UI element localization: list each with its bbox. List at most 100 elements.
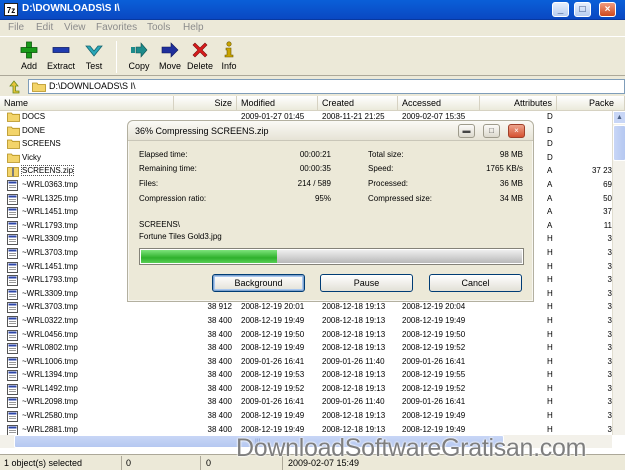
processed-label: Processed:	[368, 179, 409, 188]
file-name: ~WRL0456.tmp	[22, 329, 78, 339]
extract-button[interactable]: Extract	[44, 39, 78, 75]
cell-attributes: H	[547, 329, 553, 339]
dialog-maximize-button[interactable]: □	[483, 124, 500, 138]
move-button[interactable]: Move	[153, 39, 187, 75]
col-accessed[interactable]: Accessed	[398, 96, 480, 111]
total-size-label: Total size:	[368, 150, 404, 159]
file-name: ~WRL3309.tmp	[22, 288, 78, 298]
file-name: ~WRL3309.tmp	[22, 234, 78, 244]
file-name: ~WRL1492.tmp	[22, 383, 78, 393]
col-packed[interactable]: Packe	[557, 96, 625, 111]
toolbar: Add Extract Test Copy Move Delete Info	[0, 36, 625, 76]
cell-attributes: H	[547, 234, 553, 244]
col-modified[interactable]: Modified	[237, 96, 318, 111]
menu-edit[interactable]: Edit	[36, 22, 53, 33]
cell-modified: 2008-12-19 19:52	[241, 383, 305, 393]
compressed-size-value: 34 MB	[499, 194, 523, 203]
file-name: ~WRL2580.tmp	[22, 411, 78, 421]
tmp-file-icon	[7, 248, 18, 259]
progress-remaining	[277, 250, 522, 263]
cell-attributes: H	[547, 356, 553, 366]
cell-attributes: H	[547, 383, 553, 393]
column-header: Name Size Modified Created Accessed Attr…	[0, 96, 625, 111]
cell-created: 2008-12-18 19:13	[322, 411, 386, 421]
speed-value: 1765 KB/s	[486, 164, 523, 173]
cell-size: 38 400	[207, 329, 232, 339]
cell-attributes: D	[547, 139, 553, 149]
vertical-scrollbar[interactable]: ▲	[612, 111, 625, 435]
cell-created: 2009-01-26 11:40	[322, 397, 385, 407]
col-created[interactable]: Created	[318, 96, 398, 111]
file-name: DOCS	[22, 112, 46, 121]
table-row[interactable]: ~WRL1492.tmp 38 400 2008-12-19 19:52 2008-1…	[0, 383, 612, 397]
cell-size: 38 400	[207, 315, 232, 325]
address-input[interactable]: D:\DOWNLOADS\S I\	[28, 79, 625, 94]
add-button[interactable]: Add	[12, 39, 46, 75]
file-name: ~WRL1325.tmp	[22, 193, 78, 203]
menu-file[interactable]: File	[8, 22, 24, 33]
cell-attributes: A	[547, 166, 553, 176]
cell-modified: 2008-12-19 19:49	[241, 315, 305, 325]
info-button[interactable]: Info	[212, 39, 246, 75]
cell-attributes: H	[547, 343, 553, 353]
table-row[interactable]: ~WRL1394.tmp 38 400 2008-12-19 19:53 2008-1…	[0, 369, 612, 383]
progress-bar	[139, 248, 524, 265]
col-attributes[interactable]: Attributes	[480, 96, 557, 111]
cell-accessed: 2009-01-26 16:41	[402, 356, 466, 366]
tmp-file-icon	[7, 220, 18, 232]
file-name: ~WRL1451.tmp	[22, 207, 78, 217]
maximize-button[interactable]: □	[574, 2, 591, 17]
cancel-button[interactable]: Cancel	[429, 274, 522, 292]
cell-modified: 2008-12-19 20:01	[241, 302, 305, 312]
files-value: 214 / 589	[297, 179, 331, 188]
dialog-minimize-button[interactable]: ▬	[458, 124, 475, 138]
pause-button[interactable]: Pause	[320, 274, 413, 292]
menu-view[interactable]: View	[64, 22, 86, 33]
up-folder-button[interactable]	[6, 79, 22, 94]
background-button[interactable]: Background	[212, 274, 305, 292]
test-button[interactable]: Test	[77, 39, 111, 75]
title-bar[interactable]: 7z D:\DOWNLOADS\S I\ _ □ ×	[0, 0, 625, 20]
copy-button[interactable]: Copy	[122, 39, 156, 75]
menu-help[interactable]: Help	[183, 22, 204, 33]
cell-accessed: 2008-12-19 19:50	[402, 329, 466, 339]
cell-attributes: D	[547, 125, 553, 135]
cell-size: 38 400	[207, 383, 232, 393]
minimize-button[interactable]: _	[552, 2, 569, 17]
check-icon	[85, 45, 103, 57]
table-row[interactable]: ~WRL1006.tmp 38 400 2009-01-26 16:41 2009-0…	[0, 356, 612, 370]
tmp-file-icon	[7, 424, 18, 436]
cell-created: 2008-12-18 19:13	[322, 424, 386, 434]
col-size[interactable]: Size	[174, 96, 237, 111]
table-row[interactable]: ~WRL3703.tmp 38 912 2008-12-19 20:01 2008-1…	[0, 301, 612, 315]
scroll-up-button[interactable]: ▲	[613, 111, 625, 124]
table-row[interactable]: ~WRL0456.tmp 38 400 2008-12-19 19:50 2008-1…	[0, 329, 612, 343]
plus-icon	[20, 41, 38, 59]
cell-created: 2009-01-26 11:40	[322, 356, 385, 366]
tmp-file-icon	[7, 383, 18, 395]
cell-created: 2008-12-18 19:13	[322, 343, 386, 353]
table-row[interactable]: ~WRL2098.tmp 38 400 2009-01-26 16:41 2009-0…	[0, 396, 612, 410]
status-selected: 1 object(s) selected	[4, 458, 83, 468]
compression-ratio-value: 95%	[314, 194, 331, 203]
table-row[interactable]: ~WRL0802.tmp 38 400 2008-12-19 19:49 2008-1…	[0, 342, 612, 356]
close-button[interactable]: ×	[599, 2, 616, 17]
cell-modified: 2008-12-19 19:53	[241, 370, 305, 380]
tmp-file-icon	[7, 288, 18, 300]
cell-attributes: H	[547, 302, 553, 312]
menu-favorites[interactable]: Favorites	[96, 22, 137, 33]
table-row[interactable]: ~WRL0322.tmp 38 400 2008-12-19 19:49 2008-1…	[0, 315, 612, 329]
7zip-app-icon: 7z	[4, 3, 18, 16]
delete-x-icon	[192, 42, 208, 58]
dialog-title-bar[interactable]: 36% Compressing SCREENS.zip ▬ □ ×	[128, 121, 533, 141]
cell-created: 2008-12-18 19:13	[322, 370, 386, 380]
status-divider	[200, 456, 201, 470]
cell-size: 38 912	[207, 302, 232, 312]
col-name[interactable]: Name	[0, 96, 174, 111]
address-path: D:\DOWNLOADS\S I\	[49, 81, 136, 91]
table-row[interactable]: ~WRL2580.tmp 38 400 2008-12-19 19:49 2008-1…	[0, 410, 612, 424]
minus-icon	[52, 47, 70, 53]
menu-tools[interactable]: Tools	[147, 22, 170, 33]
dialog-close-button[interactable]: ×	[508, 124, 525, 138]
vertical-scroll-thumb[interactable]	[613, 125, 625, 161]
